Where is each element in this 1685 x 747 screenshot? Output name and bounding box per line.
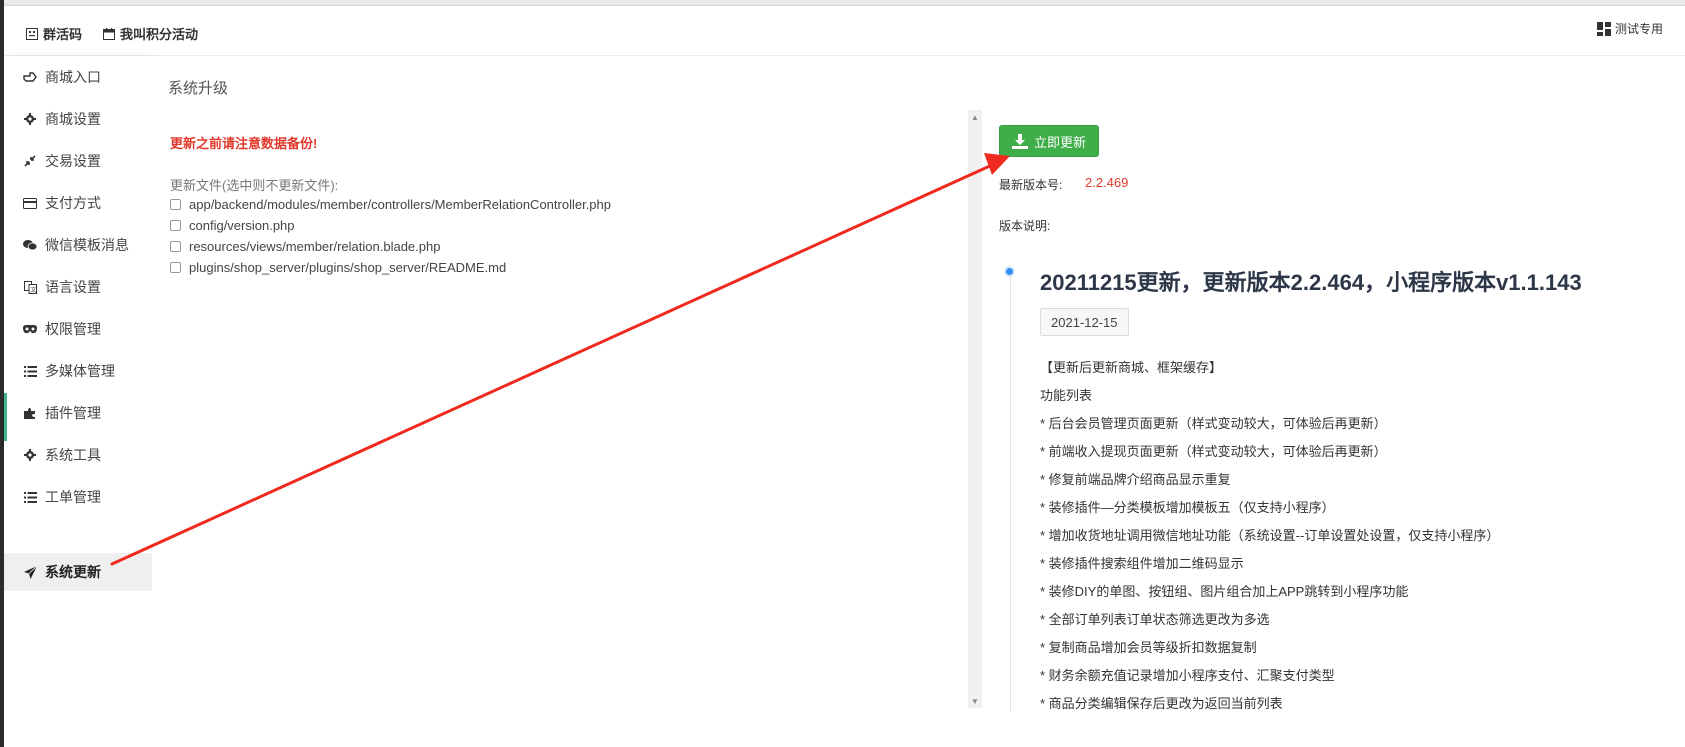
list-icon xyxy=(22,489,38,505)
release-date: 2021-12-15 xyxy=(1040,308,1129,336)
release-notes-label: 版本说明: xyxy=(999,219,1051,233)
sidebar: 商城入口 商城设置 交易设置 支付方式 微信模板消息 文 语言设置 权限管理 多… xyxy=(4,56,152,747)
sidebar-item-label: 微信模板消息 xyxy=(45,237,129,253)
sidebar-item-system-update[interactable]: 系统更新 xyxy=(4,553,152,591)
note-line: * 装修插件搜索组件增加二维码显示 xyxy=(1040,556,1244,571)
sidebar-item-mall-settings[interactable]: 商城设置 xyxy=(4,98,152,140)
scroll-down-arrow-icon[interactable]: ▼ xyxy=(968,694,982,708)
hand-pointer-icon xyxy=(22,69,38,85)
sidebar-item-label: 插件管理 xyxy=(45,405,101,421)
note-line: * 后台会员管理页面更新（样式变动较大，可体验后再更新） xyxy=(1040,416,1387,431)
release-title: 20211215更新，更新版本2.2.464，小程序版本v1.1.143 xyxy=(1040,270,1582,295)
sidebar-item-permissions[interactable]: 权限管理 xyxy=(4,308,152,350)
timeline-line xyxy=(1010,272,1011,712)
top-header: 群活码 我叫积分活动 测试专用 xyxy=(4,6,1685,56)
note-line: * 装修插件—分类模板增加模板五（仅支持小程序） xyxy=(1040,500,1335,515)
note-line: * 财务余额充值记录增加小程序支付、汇聚支付类型 xyxy=(1040,668,1335,683)
language-icon: 文 xyxy=(22,279,38,295)
main-content xyxy=(152,56,1685,747)
sidebar-item-label: 支付方式 xyxy=(45,195,101,211)
sidebar-item-wechat-template[interactable]: 微信模板消息 xyxy=(4,224,152,266)
sidebar-item-mall-entry[interactable]: 商城入口 xyxy=(4,56,152,98)
update-now-label: 立即更新 xyxy=(1033,134,1086,150)
note-line: * 商品分类编辑保存后更改为返回当前列表 xyxy=(1040,696,1283,711)
sidebar-item-plugins[interactable]: 插件管理 xyxy=(4,392,152,434)
sidebar-item-label: 语言设置 xyxy=(45,279,101,295)
file-path: app/backend/modules/member/controllers/M… xyxy=(189,196,611,212)
user-menu[interactable]: 测试专用 xyxy=(1596,20,1663,37)
gear-icon xyxy=(22,111,38,127)
file-checkbox[interactable] xyxy=(170,198,181,210)
scroll-up-arrow-icon[interactable]: ▲ xyxy=(968,110,982,124)
gear-icon xyxy=(22,447,38,463)
file-row[interactable]: resources/views/member/relation.blade.ph… xyxy=(170,236,440,256)
paper-plane-icon xyxy=(22,564,38,580)
sidebar-item-label: 系统工具 xyxy=(45,447,101,463)
update-now-button[interactable]: 立即更新 xyxy=(999,125,1099,157)
sidebar-item-label: 商城设置 xyxy=(45,111,101,127)
sidebar-item-work-orders[interactable]: 工单管理 xyxy=(4,476,152,518)
latest-version-label: 最新版本号: xyxy=(999,178,1063,192)
note-line: 【更新后更新商城、框架缓存】 xyxy=(1040,360,1223,375)
note-line: * 全部订单列表订单状态筛选更改为多选 xyxy=(1040,612,1270,627)
files-label: 更新文件(选中则不更新文件): xyxy=(170,178,339,193)
note-line: * 复制商品增加会员等级折扣数据复制 xyxy=(1040,640,1257,655)
svg-text:文: 文 xyxy=(30,286,36,294)
download-icon xyxy=(1011,133,1028,149)
sidebar-item-label: 多媒体管理 xyxy=(45,363,115,379)
list-icon xyxy=(22,363,38,379)
sidebar-item-label: 商城入口 xyxy=(45,69,101,85)
sidebar-item-trade-settings[interactable]: 交易设置 xyxy=(4,140,152,182)
timeline-dot xyxy=(1004,266,1015,277)
sidebar-item-label: 权限管理 xyxy=(45,321,101,337)
page-title: 系统升级 xyxy=(168,80,229,97)
group-qr-link[interactable]: 群活码 xyxy=(26,24,82,43)
puzzle-icon xyxy=(22,405,38,421)
file-row[interactable]: config/version.php xyxy=(170,215,295,235)
eye-mask-icon xyxy=(22,321,38,337)
credit-card-icon xyxy=(22,195,38,211)
backup-warning: 更新之前请注意数据备份! xyxy=(170,136,318,151)
note-line: * 增加收货地址调用微信地址功能（系统设置--订单设置处设置，仅支持小程序） xyxy=(1040,528,1500,543)
sidebar-item-label: 系统更新 xyxy=(45,564,101,580)
note-line: * 修复前端品牌介绍商品显示重复 xyxy=(1040,472,1231,487)
sidebar-item-media[interactable]: 多媒体管理 xyxy=(4,350,152,392)
file-path: plugins/shop_server/plugins/shop_server/… xyxy=(189,259,507,275)
latest-version-value: 2.2.469 xyxy=(1085,175,1129,190)
sidebar-item-system-tools[interactable]: 系统工具 xyxy=(4,434,152,476)
file-checkbox[interactable] xyxy=(170,261,181,273)
sidebar-item-payment[interactable]: 支付方式 xyxy=(4,182,152,224)
wechat-icon xyxy=(22,237,38,253)
points-activity-link[interactable]: 我叫积分活动 xyxy=(103,24,198,43)
note-line: 功能列表 xyxy=(1040,388,1093,403)
sidebar-item-label: 交易设置 xyxy=(45,153,101,169)
points-activity-label: 我叫积分活动 xyxy=(120,27,199,42)
calendar-icon xyxy=(103,27,115,40)
note-line: * 装修DIY的单图、按钮组、图片组合加上APP跳转到小程序功能 xyxy=(1040,584,1409,599)
file-row[interactable]: plugins/shop_server/plugins/shop_server/… xyxy=(170,257,506,277)
file-path: resources/views/member/relation.blade.ph… xyxy=(189,238,441,254)
sidebar-item-label: 工单管理 xyxy=(45,489,101,505)
sidebar-item-language[interactable]: 文 语言设置 xyxy=(4,266,152,308)
file-row[interactable]: app/backend/modules/member/controllers/M… xyxy=(170,194,611,214)
scrollbar[interactable]: ▲ ▼ xyxy=(968,110,982,708)
file-checkbox[interactable] xyxy=(170,240,181,252)
file-checkbox[interactable] xyxy=(170,219,181,231)
qrcode-icon xyxy=(26,27,38,40)
group-qr-label: 群活码 xyxy=(43,27,83,42)
note-line: * 前端收入提现页面更新（样式变动较大，可体验后再更新） xyxy=(1040,444,1387,459)
file-path: config/version.php xyxy=(189,217,295,233)
compress-icon xyxy=(22,153,38,169)
user-menu-label: 测试专用 xyxy=(1614,22,1663,36)
dashboard-icon xyxy=(1596,21,1611,36)
